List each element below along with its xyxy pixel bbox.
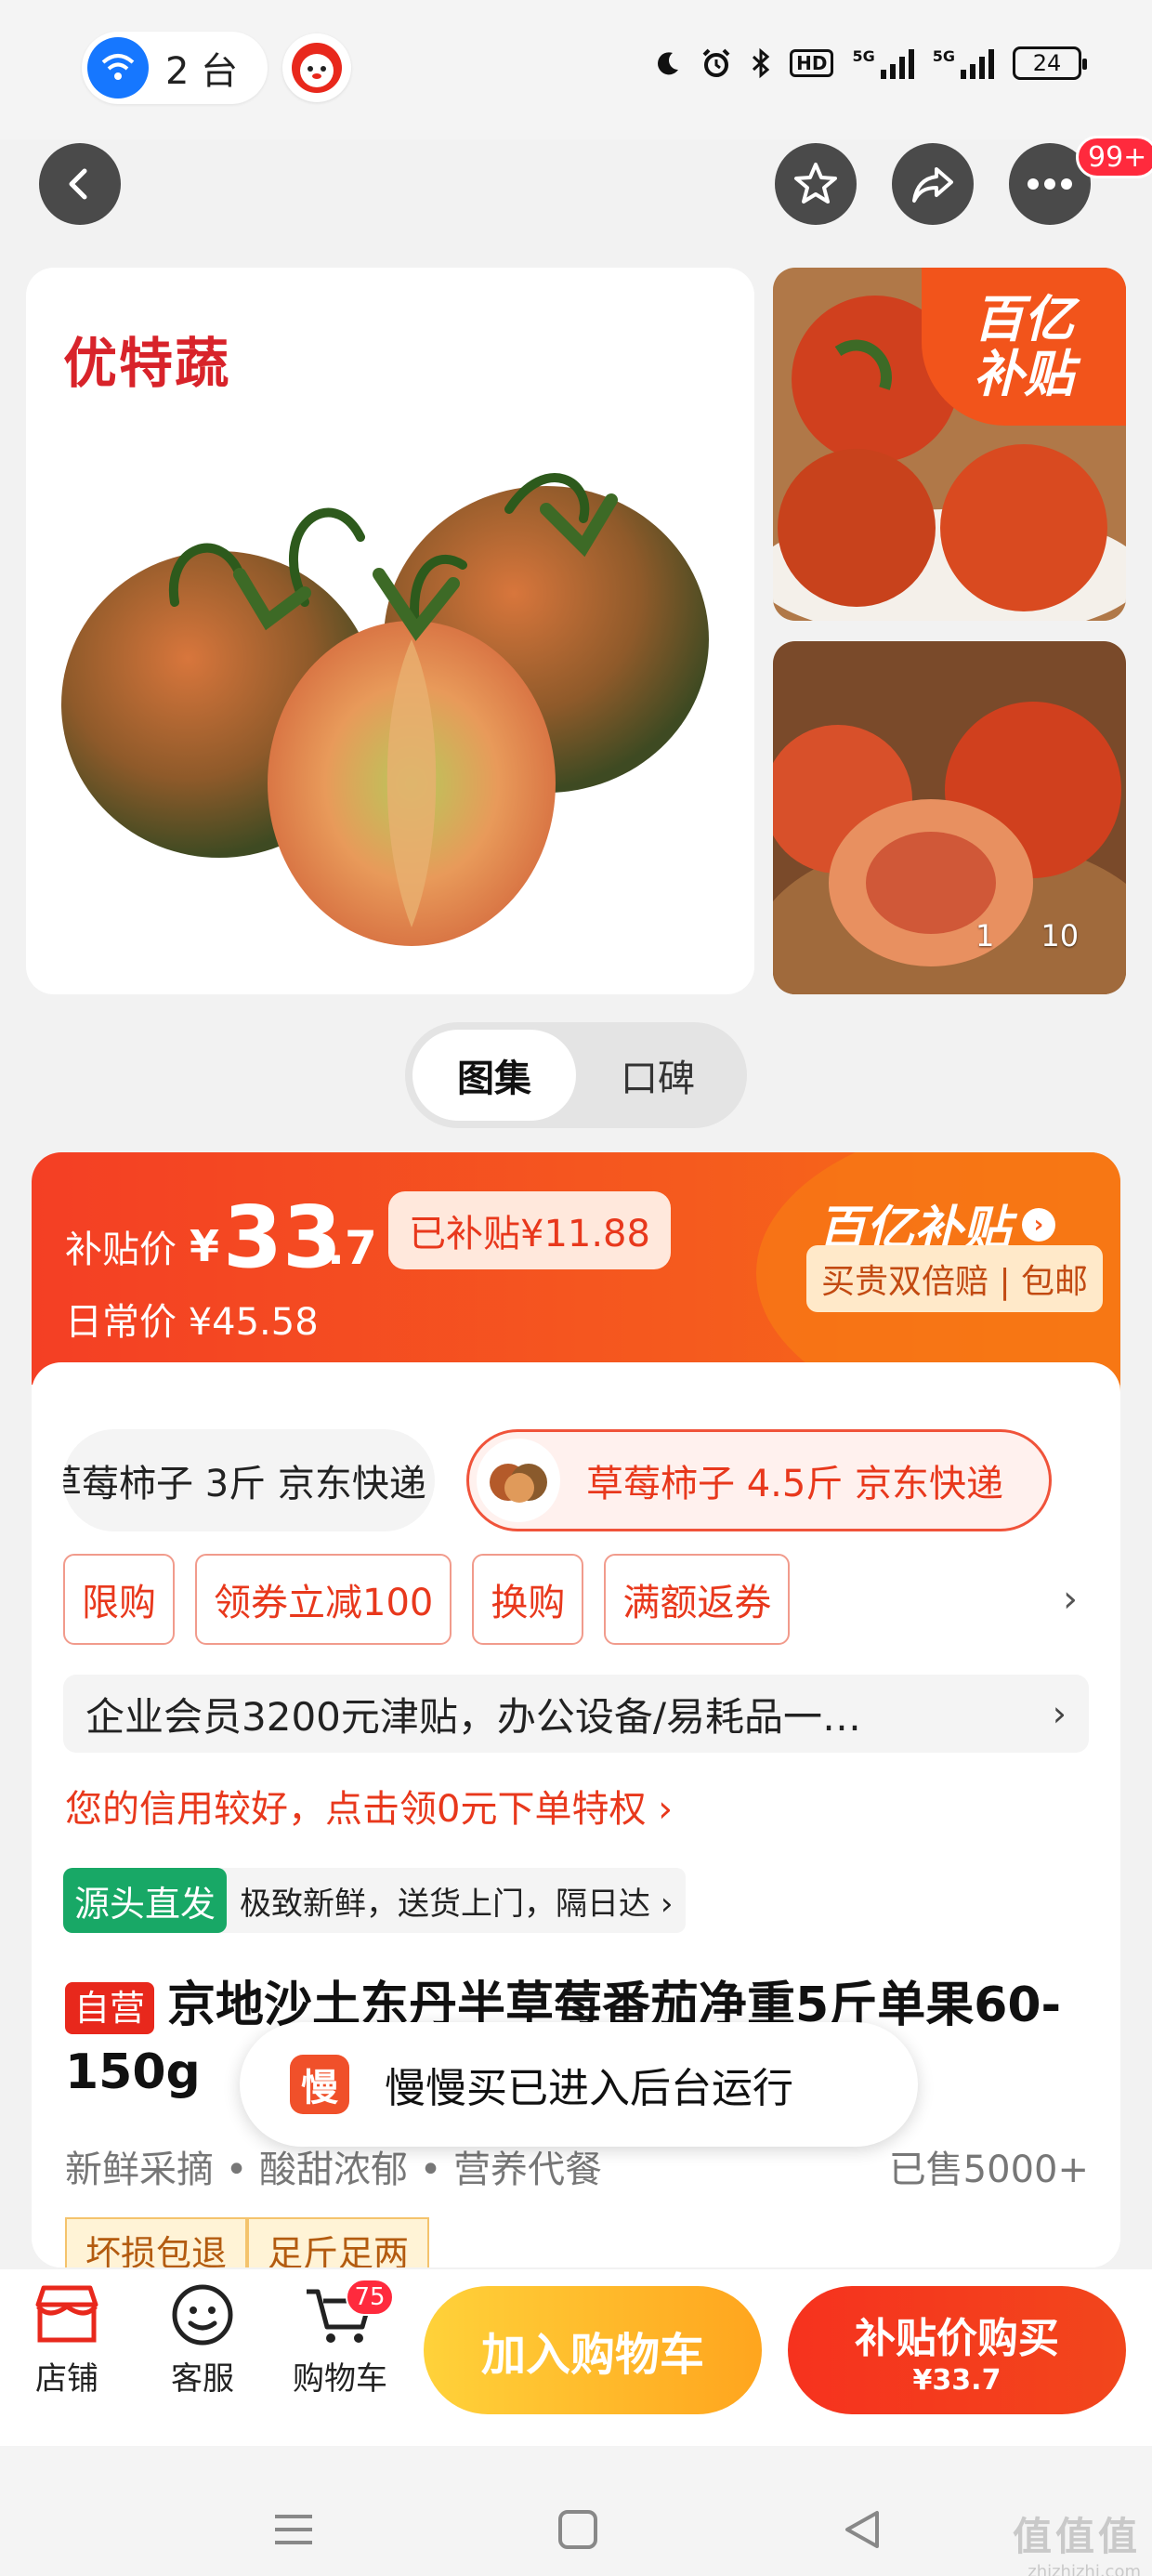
wifi-icon [87,37,149,99]
thumbnail-1[interactable]: 百亿 补贴 [773,268,1126,621]
sku-option-4-5jin[interactable]: 草莓柿子 4.5斤 京东快递 [466,1429,1052,1531]
promo-tags: 限购 领券立减100 换购 满额返券 [63,1554,791,1645]
home-icon[interactable] [550,2502,606,2557]
status-bar: 2 台 HD 5G 5G 24 [0,0,1152,139]
product-features: 新鲜采摘 • 酸甜浓郁 • 营养代餐 [65,2149,603,2191]
promo-more-chevron-icon[interactable]: › [1063,1578,1078,1621]
device-count: 2 台 [165,50,239,93]
moon-icon [658,52,679,75]
currency-symbol: ¥ [190,1221,220,1271]
promo-cashback-coupon[interactable]: 满额返券 [604,1554,791,1645]
site-watermark: 值值值 zhizhizhi.com [1012,2514,1141,2576]
promo-purchase-limit[interactable]: 限购 [63,1554,175,1645]
subsidy-price-label: 补贴价 [65,1229,177,1271]
credit-privilege-link[interactable]: 您的信用较好，点击领0元下单特权 › [65,1779,673,1833]
store-icon [35,2285,98,2343]
enterprise-member-bar[interactable]: 企业会员3200元津贴，办公设备/易耗品一… › [63,1675,1089,1753]
service-tags: 坏损包退 足斤足两 [65,2217,430,2267]
system-status-icons: HD 5G 5G 24 [654,46,1087,80]
bottom-action-bar: 店铺 客服 75 购物车 加入购物车 补贴价购买 ¥33.7 [0,2269,1152,2446]
add-to-cart-button[interactable]: 加入购物车 [424,2286,762,2414]
signal-icon-2: 5G [933,47,994,79]
promo-exchange[interactable]: 换购 [472,1554,584,1645]
buy-now-button[interactable]: 补贴价购买 ¥33.7 [788,2286,1126,2414]
system-navigation-bar [0,2446,1152,2576]
share-button[interactable] [892,143,974,225]
customer-service-button[interactable]: 客服 [147,2282,258,2399]
device-connect-pill[interactable]: 2 台 [82,32,268,104]
main-product-image[interactable]: 优特蔬 [26,268,754,994]
chevron-right-icon: › [1052,1693,1067,1734]
jd-mascot-icon[interactable] [282,33,351,102]
menu-icon[interactable] [266,2502,321,2557]
manmanmai-app-icon: 慢 [290,2055,349,2114]
service-tag-full-weight: 足斤足两 [247,2217,430,2267]
battery-icon: 24 [1013,46,1087,80]
saved-amount-badge: 已补贴¥11.88 [388,1191,671,1269]
sku-thumbnail [477,1439,560,1522]
source-direct-row[interactable]: 源头直发 极致新鲜，送货上门，隔日达 › [63,1868,687,1933]
favorite-button[interactable] [775,143,857,225]
image-counter: 1 10 [975,918,1079,953]
tomato-illustration [61,473,709,946]
guarantee-badge: 买贵双倍赔 | 包邮 [806,1245,1104,1312]
toast-message: 慢慢买已进入后台运行 [385,2065,793,2112]
promo-coupon[interactable]: 领券立减100 [195,1554,452,1645]
chevron-right-icon: › [1022,1207,1056,1242]
store-button[interactable]: 店铺 [11,2282,123,2399]
price-integer: 33 [223,1188,343,1287]
back-triangle-icon[interactable] [834,2502,890,2557]
alarm-icon [702,48,730,77]
source-direct-tag: 源头直发 [63,1868,228,1933]
image-index: 1 [975,918,995,953]
star-icon [794,163,837,204]
daily-price: 日常价 ¥45.58 [65,1301,319,1344]
tab-gallery[interactable]: 图集 [412,1030,576,1121]
source-direct-text: 极致新鲜，送货上门，隔日达 › [240,1885,674,1923]
price-header: 补贴价 ¥ 33 .7 已补贴¥11.88 日常价 ¥45.58 百亿补贴 › … [32,1152,1120,1431]
subsidy-corner-badge: 百亿 补贴 [922,268,1126,426]
more-icon [1028,178,1072,190]
tab-reviews[interactable]: 口碑 [576,1030,740,1121]
cart-button[interactable]: 75 购物车 [282,2279,398,2399]
gallery-tab-switcher: 图集 口碑 [405,1022,747,1128]
background-run-toast: 慢 慢慢买已进入后台运行 [240,2022,918,2147]
signal-icon-1: 5G [852,47,914,79]
bluetooth-icon [753,47,770,79]
self-operated-tag: 自营 [65,1982,155,2034]
chevron-left-icon [69,168,87,200]
hd-voice-icon: HD [790,49,834,77]
back-button[interactable] [39,143,121,225]
customer-service-icon [172,2284,233,2346]
price-decimal: .7 [327,1221,377,1275]
service-tag-damage-refund: 坏损包退 [65,2217,248,2267]
share-icon [912,167,953,203]
image-total: 10 [1041,918,1080,953]
notification-badge: 99+ [1076,136,1152,178]
cart-count-badge: 75 [346,2279,394,2316]
sold-count: 已售5000+ [888,2149,1089,2191]
sku-option-3jin[interactable]: 草莓柿子 3斤 京东快递 [63,1429,435,1531]
